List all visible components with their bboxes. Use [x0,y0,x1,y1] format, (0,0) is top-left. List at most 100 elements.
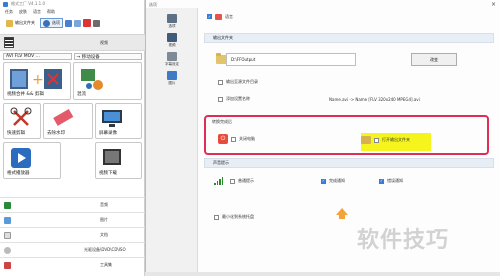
language-label: 语言 [225,13,233,19]
tile-quick-clip-label: 快速剪辑 [7,131,25,136]
menu-help[interactable]: 帮助 [47,9,55,15]
picture-icon [167,71,177,80]
video-icon [167,33,177,42]
tile-screen-record[interactable]: 屏幕录像 [95,103,142,139]
category-disc-label: 光驱设备\DVD\CD\ISO [84,247,126,252]
sidebar-item-image[interactable]: 图片 [164,71,180,86]
notify-normal-checkbox[interactable] [230,178,235,184]
video-formats-row: AVI FLV MOV ... → 移动设备 [3,53,142,60]
after-convert-section-title: 转换完成后 [212,119,232,124]
options-label: 选项 [52,20,60,25]
tile-video-download[interactable]: 视频下载 [95,142,142,179]
category-audio[interactable]: 音频 [0,197,145,212]
open-folder-label: 打开输出文件夹 [382,137,410,142]
format-mobile[interactable]: → 移动设备 [73,53,142,60]
watermark-text: 软件技巧 [357,228,450,253]
menu-bar: 任务 皮肤 语言 帮助 [0,8,144,16]
mux-icon [81,69,103,90]
arrow-up-icon [336,208,348,215]
tile-merge-clip[interactable]: + 视频合并 && 剪辑 [3,62,71,100]
shutdown-row: ⏻ 关闭电脑 [218,134,255,144]
tile-quick-clip[interactable]: 快速剪辑 [3,103,41,139]
category-audio-label: 音频 [100,202,108,207]
notify-section-title: 声音提示 [213,160,229,165]
sidebar-item-options-label: 选项 [168,24,176,28]
stop-icon[interactable] [74,19,81,27]
tile-merge-clip-label: 视频合并 && 剪辑 [7,92,44,97]
add-setting-name-checkbox[interactable] [218,96,223,102]
notify-error-label: 错误通知 [387,178,403,183]
tools-icon [4,261,11,269]
tile-remove-watermark[interactable]: 去除水印 [43,103,93,139]
sidebar-item-subtitle-label: 字幕设定 [165,62,179,66]
language-checkbox[interactable]: ✓ [207,14,212,19]
screen-record-icon [102,110,122,127]
tile-video-download-label: 视频下载 [99,171,117,176]
app-logo-icon [3,1,8,7]
add-setting-name-row: 添加设置名称 [218,96,250,102]
category-image-label: 图片 [100,217,108,222]
category-tools-label: 工具集 [100,262,112,267]
shutdown-checkbox[interactable] [231,136,236,142]
notify-complete-checkbox[interactable]: ✓ [321,178,326,184]
download-icon [103,149,121,165]
video-category-header[interactable]: 视频 [0,34,145,51]
minimize-tray-row: 最小化到系统托盘 [214,214,254,220]
output-folder-label: 输出文件夹 [15,20,35,25]
tile-remove-watermark-label: 去除水印 [47,131,65,136]
sidebar-item-options[interactable]: 选项 [164,14,180,29]
disc-icon [4,246,11,254]
options-icon [167,14,177,23]
power-icon: ⏻ [218,134,228,144]
notify-row: 普通提示 [214,177,254,185]
output-to-source-label: 输出至源文件目录 [226,79,258,84]
output-to-source-checkbox[interactable] [218,79,223,85]
minimize-tray-checkbox[interactable] [214,214,219,220]
options-button[interactable]: 选项 [40,18,63,28]
output-folder-button[interactable]: 输出文件夹 [3,18,38,28]
notify-error-checkbox[interactable]: ✓ [379,178,384,184]
tile-format-player-label: 格式播放器 [7,171,30,176]
minimize-tray-label: 最小化到系统托盘 [222,214,254,219]
bottom-strip [145,272,500,276]
output-path-value: D:\FFOutput [231,57,256,62]
player-icon [11,148,31,168]
gear-icon [43,19,50,27]
sidebar-item-video[interactable]: 视频 [164,33,180,48]
clear-list-icon[interactable] [93,19,100,27]
tile-mux[interactable]: 混流 [73,62,142,100]
category-image[interactable]: 图片 [0,212,145,227]
category-document-label: 文档 [100,232,108,237]
sidebar-item-image-label: 图片 [168,81,176,85]
format-avi-flv-mov[interactable]: AVI FLV MOV ... [3,53,72,60]
menu-language[interactable]: 语言 [33,9,41,15]
video-category-label: 视频 [100,39,108,45]
music-icon [4,201,11,209]
folder-icon [6,19,13,27]
eraser-icon [53,109,74,126]
tile-format-player[interactable]: 格式播放器 [3,142,61,179]
menu-task[interactable]: 任务 [5,9,13,15]
format-avi-label: AVI FLV MOV ... [6,54,40,59]
flag-icon [215,13,222,20]
menu-skin[interactable]: 皮肤 [19,9,27,15]
arrow-up-icon-stem [339,215,345,219]
close-icon[interactable]: × [491,1,496,8]
options-sidebar: 选项 视频 字幕设定 图片 [146,8,198,276]
start-icon[interactable] [65,19,72,27]
category-disc[interactable]: 光驱设备\DVD\CD\ISO [0,242,145,257]
notify-section-header: 声音提示 [204,158,494,168]
remove-icon[interactable] [83,19,91,27]
category-document[interactable]: 文档 [0,227,145,242]
open-folder-checkbox[interactable] [374,137,379,143]
merge-clip-icon: + [10,69,62,89]
output-path-input[interactable]: D:\FFOutput [226,53,356,66]
output-to-source-row: 输出至源文件目录 [218,79,258,85]
subtitle-icon [167,52,177,61]
change-button[interactable]: 改变 [411,53,457,66]
category-tools[interactable]: 工具集 [0,257,145,272]
format-factory-window: 格式工厂 V4.1.1.0 任务 皮肤 语言 帮助 输出文件夹 选项 视频 AV… [0,0,145,276]
output-folder-section-header: 输出文件夹 [204,33,494,43]
sidebar-item-subtitle[interactable]: 字幕设定 [164,52,180,67]
add-setting-name-label: 添加设置名称 [226,96,250,101]
